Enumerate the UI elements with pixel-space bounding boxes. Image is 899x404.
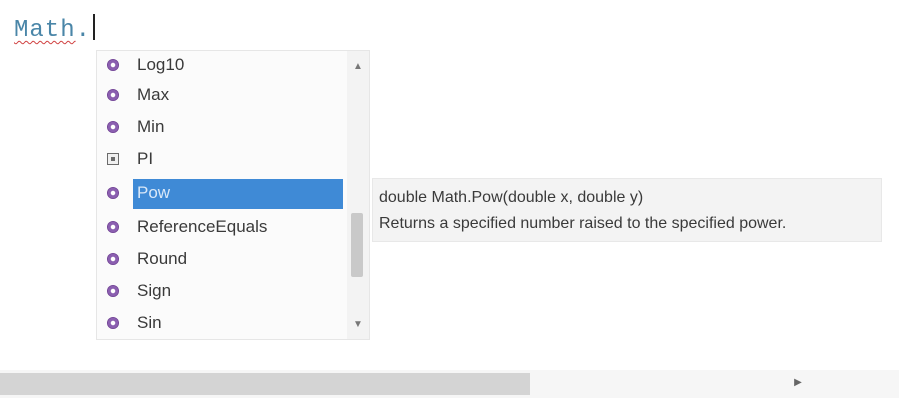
scroll-down-arrow-icon[interactable]: ▼ (352, 319, 364, 331)
completion-item-sign[interactable]: Sign (97, 277, 347, 307)
method-signature: double Math.Pow(double x, double y) (379, 189, 644, 206)
scrollbar-thumb[interactable] (351, 213, 363, 277)
field-icon (107, 153, 119, 165)
completion-scrollbar[interactable]: ▲ ▼ (347, 51, 369, 339)
completion-item-label: Pow (137, 183, 171, 202)
code-line[interactable]: Math. (14, 14, 96, 44)
completion-item-pow[interactable]: Pow (97, 179, 347, 209)
quick-info-tooltip: double Math.Pow(double x, double y) Retu… (372, 178, 882, 242)
completion-item-pi[interactable]: PI (97, 145, 347, 175)
code-identifier: Math (14, 17, 76, 44)
method-icon (107, 59, 119, 71)
completion-item-label: ReferenceEquals (137, 217, 268, 236)
code-editor[interactable]: Math. Log10 Max Min PI Pow ReferenceEqua… (0, 0, 899, 404)
completion-item-label: Round (137, 249, 188, 268)
completion-item-label: Log10 (137, 55, 185, 74)
horizontal-scrollbar[interactable]: ▶ (0, 370, 899, 398)
completion-list[interactable]: Log10 Max Min PI Pow ReferenceEquals Rou… (96, 50, 370, 340)
method-icon (107, 253, 119, 265)
text-caret (93, 14, 96, 40)
completion-item-label: Max (137, 85, 170, 104)
completion-item-label: PI (137, 149, 154, 168)
scroll-up-arrow-icon[interactable]: ▲ (352, 61, 364, 73)
method-icon (107, 221, 119, 233)
completion-item-log10[interactable]: Log10 (97, 51, 347, 81)
code-dot: . (75, 17, 92, 44)
method-description: Returns a specified number raised to the… (379, 215, 787, 232)
completion-item-round[interactable]: Round (97, 245, 347, 275)
completion-item-sin[interactable]: Sin (97, 309, 347, 339)
method-icon (107, 285, 119, 297)
method-icon (107, 89, 119, 101)
completion-item-label: Sin (137, 313, 162, 332)
completion-item-label: Min (137, 117, 165, 136)
completion-item-label: Sign (137, 281, 172, 300)
completion-item-referenceequals[interactable]: ReferenceEquals (97, 213, 347, 243)
method-icon (107, 121, 119, 133)
completion-item-max[interactable]: Max (97, 81, 347, 111)
scroll-right-arrow-icon[interactable]: ▶ (792, 377, 804, 389)
method-icon (107, 317, 119, 329)
completion-item-min[interactable]: Min (97, 113, 347, 143)
method-icon (107, 187, 119, 199)
horizontal-scrollbar-thumb[interactable] (0, 373, 530, 395)
